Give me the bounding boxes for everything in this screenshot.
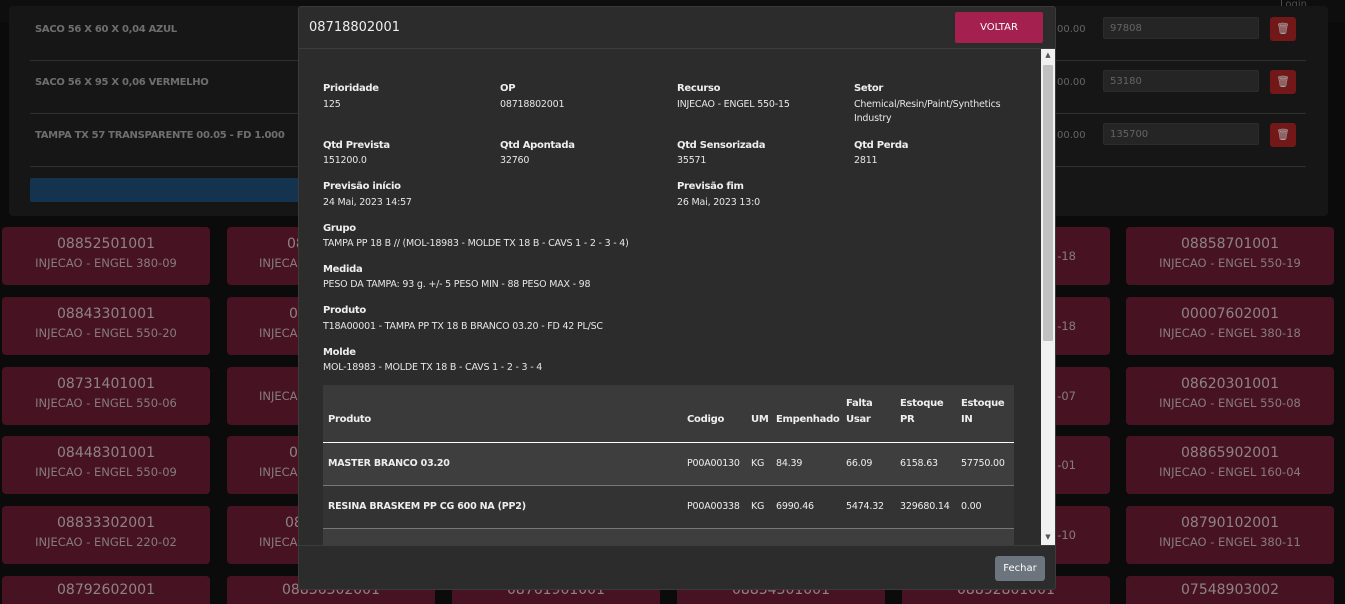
- table-row: [323, 529, 1014, 545]
- recurso-label: Recurso: [677, 83, 721, 94]
- cell-empenhado: 6990.46: [776, 501, 814, 512]
- molde-label: Molde: [323, 347, 356, 358]
- modal-scrollbar[interactable]: ▲ ▼: [1041, 49, 1055, 545]
- previsao-inicio-value: 24 Mai, 2023 14:57: [323, 197, 412, 208]
- cell-estoque-pr: 329680.14: [900, 501, 950, 512]
- prioridade-label: Prioridade: [323, 83, 379, 94]
- produto-label: Produto: [323, 305, 366, 316]
- medida-value: PESO DA TAMPA: 93 g. +/- 5 PESO MIN - 88…: [323, 279, 591, 290]
- scrollbar-thumb[interactable]: [1043, 65, 1053, 341]
- produto-value: T18A00001 - TAMPA PP TX 18 B BRANCO 03.2…: [323, 321, 603, 332]
- header-falta-usar: Falta Usar: [846, 398, 873, 425]
- op-detail-modal: 08718802001 VOLTAR Prioridade 125 OP 087…: [298, 6, 1056, 590]
- cell-produto: RESINA BRASKEM PP CG 600 NA (PP2): [328, 501, 526, 512]
- header-empenhado: Empenhado: [776, 414, 840, 425]
- qtd-perda-value: 2811: [854, 155, 878, 166]
- cell-codigo: P00A00130: [687, 458, 740, 469]
- cell-codigo: P00A00338: [687, 501, 740, 512]
- header-produto: Produto: [328, 414, 371, 425]
- cell-falta-usar: 66.09: [846, 458, 873, 469]
- cell-falta-usar: 5474.32: [846, 501, 884, 512]
- op-label: OP: [500, 83, 516, 94]
- qtd-sensorizada-label: Qtd Sensorizada: [677, 140, 766, 151]
- previsao-fim-label: Previsão fim: [677, 181, 744, 192]
- voltar-button[interactable]: VOLTAR: [955, 12, 1043, 43]
- grupo-label: Grupo: [323, 223, 356, 234]
- modal-header: 08718802001 VOLTAR: [299, 7, 1055, 49]
- table-row: MASTER BRANCO 03.20 P00A00130 KG 84.39 6…: [323, 443, 1014, 486]
- previsao-inicio-label: Previsão início: [323, 181, 401, 192]
- header-estoque-pr: Estoque PR: [900, 398, 944, 425]
- table-header: Produto Codigo UM Empenhado Falta Usar E…: [323, 385, 1014, 443]
- qtd-prevista-value: 151200.0: [323, 155, 367, 166]
- setor-value: Chemical/Resin/Paint/Synthetics Industry: [854, 99, 1001, 124]
- grupo-value: TAMPA PP 18 B // (MOL-18983 - MOLDE TX 1…: [323, 238, 629, 249]
- qtd-apontada-label: Qtd Apontada: [500, 140, 575, 151]
- table-row: RESINA BRASKEM PP CG 600 NA (PP2) P00A00…: [323, 486, 1014, 529]
- header-um: UM: [751, 414, 769, 425]
- recurso-value: INJECAO - ENGEL 550-15: [677, 99, 790, 110]
- setor-label: Setor: [854, 83, 884, 94]
- medida-label: Medida: [323, 264, 363, 275]
- modal-title: 08718802001: [309, 20, 400, 35]
- qtd-prevista-label: Qtd Prevista: [323, 140, 390, 151]
- modal-footer: Fechar: [299, 545, 1055, 591]
- previsao-fim-value: 26 Mai, 2023 13:0: [677, 197, 760, 208]
- qtd-perda-label: Qtd Perda: [854, 140, 909, 151]
- op-value: 08718802001: [500, 99, 565, 110]
- header-codigo: Codigo: [687, 414, 725, 425]
- modal-body[interactable]: Prioridade 125 OP 08718802001 Recurso IN…: [300, 49, 1040, 545]
- qtd-apontada-value: 32760: [500, 155, 530, 166]
- qtd-sensorizada-value: 35571: [677, 155, 707, 166]
- prioridade-value: 125: [323, 99, 341, 110]
- fechar-button[interactable]: Fechar: [995, 556, 1045, 581]
- scroll-up-arrow-icon[interactable]: ▲: [1041, 51, 1055, 63]
- cell-estoque-in: 57750.00: [961, 458, 1005, 469]
- cell-um: KG: [751, 501, 765, 512]
- header-estoque-in: Estoque IN: [961, 398, 1005, 425]
- cell-produto: MASTER BRANCO 03.20: [328, 458, 450, 469]
- cell-empenhado: 84.39: [776, 458, 803, 469]
- cell-estoque-pr: 6158.63: [900, 458, 938, 469]
- molde-value: MOL-18983 - MOLDE TX 18 B - CAVS 1 - 2 -…: [323, 362, 543, 373]
- cell-estoque-in: 0.00: [961, 501, 982, 512]
- cell-um: KG: [751, 458, 765, 469]
- scroll-down-arrow-icon[interactable]: ▼: [1041, 533, 1055, 545]
